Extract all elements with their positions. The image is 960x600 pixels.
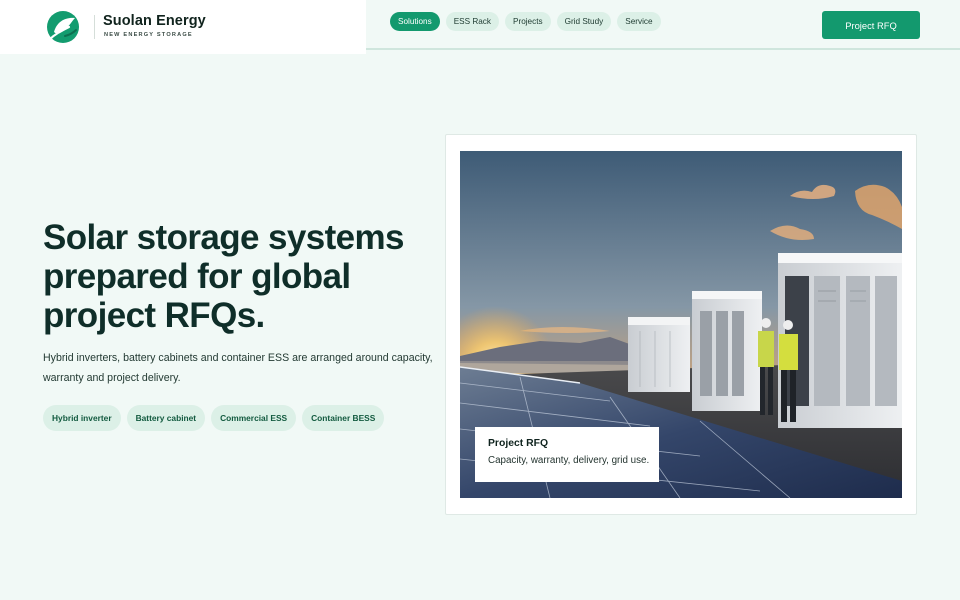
nav-tab-solutions[interactable]: Solutions <box>390 12 440 31</box>
brand-tagline: NEW ENERGY STORAGE <box>104 32 193 38</box>
project-rfq-button[interactable]: Project RFQ <box>822 11 920 39</box>
hero-title: Solar storage systems prepared for globa… <box>43 218 433 335</box>
hero-title-line: prepared for global <box>43 257 351 296</box>
photo-caption-card: Project RFQ Capacity, warranty, delivery… <box>475 427 659 482</box>
product-chips: Hybrid inverter Battery cabinet Commerci… <box>43 405 385 431</box>
caption-text: Capacity, warranty, delivery, grid use. <box>488 455 650 466</box>
chip-hybrid-inverter[interactable]: Hybrid inverter <box>43 405 121 431</box>
brand-name[interactable]: Suolan Energy <box>103 13 206 29</box>
top-navigation: Solutions ESS Rack Projects Grid Study S… <box>366 0 960 50</box>
brand-panel: Suolan Energy NEW ENERGY STORAGE <box>0 0 366 54</box>
nav-tab-ess-rack[interactable]: ESS Rack <box>445 12 499 31</box>
leaf-logo-icon[interactable] <box>45 10 81 44</box>
chip-container-bess[interactable]: Container BESS <box>302 405 385 431</box>
nav-tab-grid-study[interactable]: Grid Study <box>556 12 612 31</box>
hero-title-line: Solar storage systems <box>43 218 405 257</box>
hero-description: Hybrid inverters, battery cabinets and c… <box>43 352 433 384</box>
chip-commercial-ess[interactable]: Commercial ESS <box>211 405 297 431</box>
nav-tabs: Solutions ESS Rack Projects Grid Study S… <box>390 12 661 31</box>
brand-divider <box>94 15 95 39</box>
chip-battery-cabinet[interactable]: Battery cabinet <box>126 405 206 431</box>
nav-tab-projects[interactable]: Projects <box>505 12 551 31</box>
caption-title: Project RFQ <box>488 438 549 449</box>
nav-tab-service[interactable]: Service <box>617 12 661 31</box>
hero-title-line: project RFQs. <box>43 296 265 335</box>
